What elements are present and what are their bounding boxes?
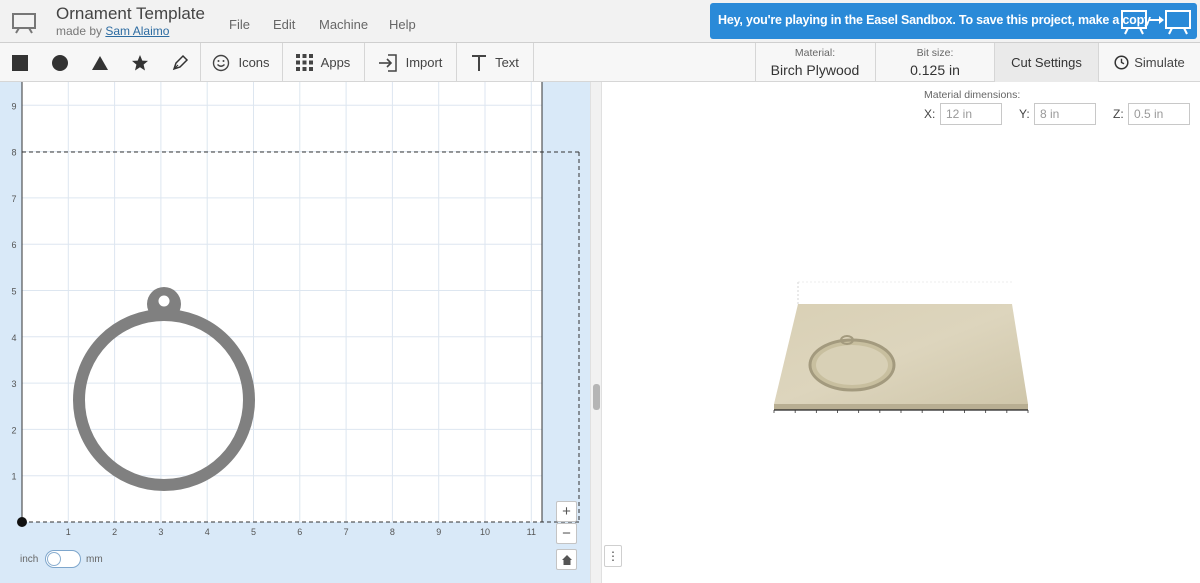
pane-splitter[interactable] (590, 82, 602, 583)
material-value: Birch Plywood (770, 62, 860, 78)
y-axis-tick-label: 1 (11, 472, 16, 482)
square-tool[interactable] (0, 43, 40, 82)
x-axis-tick-label: 8 (390, 527, 395, 537)
bit-size-label: Bit size: (916, 47, 954, 59)
x-axis-tick-label: 11 (527, 527, 536, 537)
x-axis-tick-label: 9 (436, 527, 441, 537)
material-3d-preview[interactable] (602, 82, 1200, 583)
cut-settings-button[interactable]: Cut Settings (995, 43, 1098, 82)
made-by-prefix: made by (56, 24, 103, 38)
x-axis-tick-label: 6 (297, 527, 302, 537)
x-axis-tick-label: 1 (66, 527, 71, 537)
origin-marker (17, 517, 27, 527)
sandbox-banner[interactable]: Hey, you're playing in the Easel Sandbox… (710, 3, 1197, 39)
preview-panel: Material dimensions: X: Y: Z: ⋮ (602, 82, 1200, 583)
made-by: made by Sam Alaimo (56, 24, 169, 38)
easel-logo-icon[interactable] (10, 10, 38, 34)
menu-edit[interactable]: Edit (273, 17, 295, 32)
y-axis-tick-label: 9 (11, 101, 16, 111)
text-icon (472, 54, 487, 71)
x-axis-tick-label: 7 (344, 527, 349, 537)
triangle-tool[interactable] (80, 43, 120, 82)
make-copy-icon[interactable] (1120, 6, 1192, 36)
toolbar: Icons Apps Import Text Material: Birch P… (0, 43, 1200, 82)
simulate-button[interactable]: Simulate (1099, 43, 1200, 82)
material-label: Material: (794, 47, 836, 59)
home-icon (561, 554, 572, 565)
y-axis-tick-label: 5 (11, 287, 16, 297)
star-icon (132, 54, 148, 70)
unit-mm-label: mm (86, 554, 103, 565)
zoom-in-button[interactable]: + (556, 501, 577, 522)
smiley-icon (213, 54, 230, 71)
app-header: Ornament Template made by Sam Alaimo Fil… (0, 0, 1200, 43)
y-axis-tick-label: 4 (11, 333, 16, 343)
circle-icon (52, 54, 68, 71)
y-axis-tick-label: 7 (11, 194, 16, 204)
x-axis-tick-label: 3 (158, 527, 163, 537)
icons-button[interactable]: Icons (201, 43, 281, 82)
author-link[interactable]: Sam Alaimo (105, 24, 169, 38)
apps-label: Apps (320, 55, 351, 70)
material-selector[interactable]: Material: Birch Plywood (756, 43, 874, 82)
import-icon (378, 53, 397, 72)
triangle-icon (92, 55, 108, 70)
menu-machine[interactable]: Machine (319, 17, 368, 32)
simulate-label: Simulate (1134, 55, 1185, 70)
home-button[interactable] (556, 549, 577, 570)
unit-inch-label: inch (20, 554, 39, 565)
clock-icon (1114, 55, 1129, 70)
text-button[interactable]: Text (457, 43, 533, 82)
unit-toggle[interactable] (45, 550, 81, 568)
panel-menu-button[interactable]: ⋮ (604, 545, 622, 567)
y-axis-tick-label: 6 (11, 240, 16, 250)
x-axis-tick-label: 2 (112, 527, 117, 537)
y-axis-tick-label: 8 (11, 148, 16, 158)
menu-help[interactable]: Help (389, 17, 416, 32)
zoom-out-button[interactable]: − (556, 523, 577, 544)
design-canvas[interactable]: 1 2 3 4 5 6 7 8 9 10 11 123456789 (0, 82, 590, 583)
icons-label: Icons (238, 55, 270, 70)
import-button[interactable]: Import (365, 43, 455, 82)
project-title[interactable]: Ornament Template (56, 4, 205, 24)
cut-settings-label: Cut Settings (1011, 55, 1082, 70)
import-label: Import (405, 55, 443, 70)
x-axis-tick-label: 4 (205, 527, 210, 537)
splitter-handle[interactable] (593, 384, 600, 410)
y-axis-tick-label: 2 (11, 425, 16, 435)
circle-tool[interactable] (40, 43, 80, 82)
pen-tool[interactable] (160, 43, 200, 82)
y-axis-tick-label: 3 (11, 379, 16, 389)
unit-toggle-knob (47, 552, 61, 566)
text-label: Text (495, 55, 519, 70)
bit-size-value: 0.125 in (910, 62, 960, 78)
x-axis-tick-label: 5 (251, 527, 256, 537)
star-tool[interactable] (120, 43, 160, 82)
bit-size-selector[interactable]: Bit size: 0.125 in (876, 43, 994, 82)
sandbox-banner-text[interactable]: Hey, you're playing in the Easel Sandbox… (718, 13, 1151, 27)
pen-icon (172, 54, 189, 70)
x-axis-tick-label: 10 (480, 527, 490, 537)
square-icon (12, 54, 28, 71)
apps-button[interactable]: Apps (283, 43, 363, 82)
design-canvas-panel[interactable]: 1 2 3 4 5 6 7 8 9 10 11 123456789 + − inch mm (0, 82, 590, 583)
apps-grid-icon (295, 54, 313, 71)
menu-file[interactable]: File (229, 17, 250, 32)
